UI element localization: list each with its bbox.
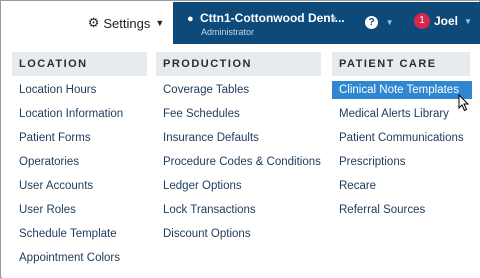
menu-item-prescriptions[interactable]: Prescriptions	[332, 153, 405, 171]
menu-item-location-hours[interactable]: Location Hours	[12, 81, 96, 99]
caret-down-icon: ▼	[464, 16, 472, 26]
menu-item-fee-schedules[interactable]: Fee Schedules	[156, 105, 240, 123]
menu-item-discount-options[interactable]: Discount Options	[156, 225, 251, 243]
caret-down-icon: ▼	[385, 18, 394, 27]
menu-item-patient-forms[interactable]: Patient Forms	[12, 129, 91, 147]
menu-item-patient-communications[interactable]: Patient Communications	[332, 129, 464, 147]
notification-badge: 1	[414, 13, 430, 29]
menu-item-procedure-codes[interactable]: Procedure Codes & Conditions	[156, 153, 321, 171]
production-header: PRODUCTION	[156, 52, 321, 76]
menu-item-user-roles[interactable]: User Roles	[12, 201, 76, 219]
help-menu-button[interactable]: ? ▼	[365, 13, 394, 29]
caret-down-icon: ▼	[155, 18, 165, 28]
settings-label: Settings	[103, 15, 151, 31]
menu-item-user-accounts[interactable]: User Accounts	[12, 177, 93, 195]
menu-item-ledger-options[interactable]: Ledger Options	[156, 177, 242, 195]
menu-item-clinical-note-templates[interactable]: Clinical Note Templates	[332, 81, 472, 99]
menu-item-insurance-defaults[interactable]: Insurance Defaults	[156, 129, 259, 147]
mouse-cursor-icon	[458, 94, 470, 112]
caret-down-icon: ▼	[330, 15, 338, 24]
settings-dropdown-panel: LOCATION Location Hours Location Informa…	[2, 44, 480, 278]
map-pin-icon: ●	[187, 13, 194, 25]
menu-item-location-information[interactable]: Location Information	[12, 105, 123, 123]
location-name: Cttn1-Cottonwood Dent...	[200, 11, 345, 25]
gear-icon: ⚙	[87, 15, 100, 30]
user-menu-button[interactable]: 1 Joel ▼	[414, 13, 472, 29]
menu-item-referral-sources[interactable]: Referral Sources	[332, 201, 425, 219]
patient-care-header: PATIENT CARE	[332, 52, 470, 76]
menu-item-recare[interactable]: Recare	[332, 177, 376, 195]
menu-item-appointment-colors[interactable]: Appointment Colors	[12, 249, 120, 267]
menu-item-schedule-template[interactable]: Schedule Template	[12, 225, 117, 243]
location-header: LOCATION	[12, 52, 147, 76]
question-icon: ?	[365, 16, 378, 29]
settings-menu-button[interactable]: ⚙ Settings ▼	[79, 2, 173, 44]
menu-item-lock-transactions[interactable]: Lock Transactions	[156, 201, 256, 219]
menu-item-medical-alerts-library[interactable]: Medical Alerts Library	[332, 105, 449, 123]
menu-item-coverage-tables[interactable]: Coverage Tables	[156, 81, 249, 99]
location-role: Administrator	[201, 27, 255, 37]
user-name: Joel	[434, 14, 459, 28]
settings-dropdown-frame: ⚙ Settings ▼ ● Cttn1-Cottonwood Dent... …	[0, 0, 480, 278]
menu-item-operatories[interactable]: Operatories	[12, 153, 79, 171]
